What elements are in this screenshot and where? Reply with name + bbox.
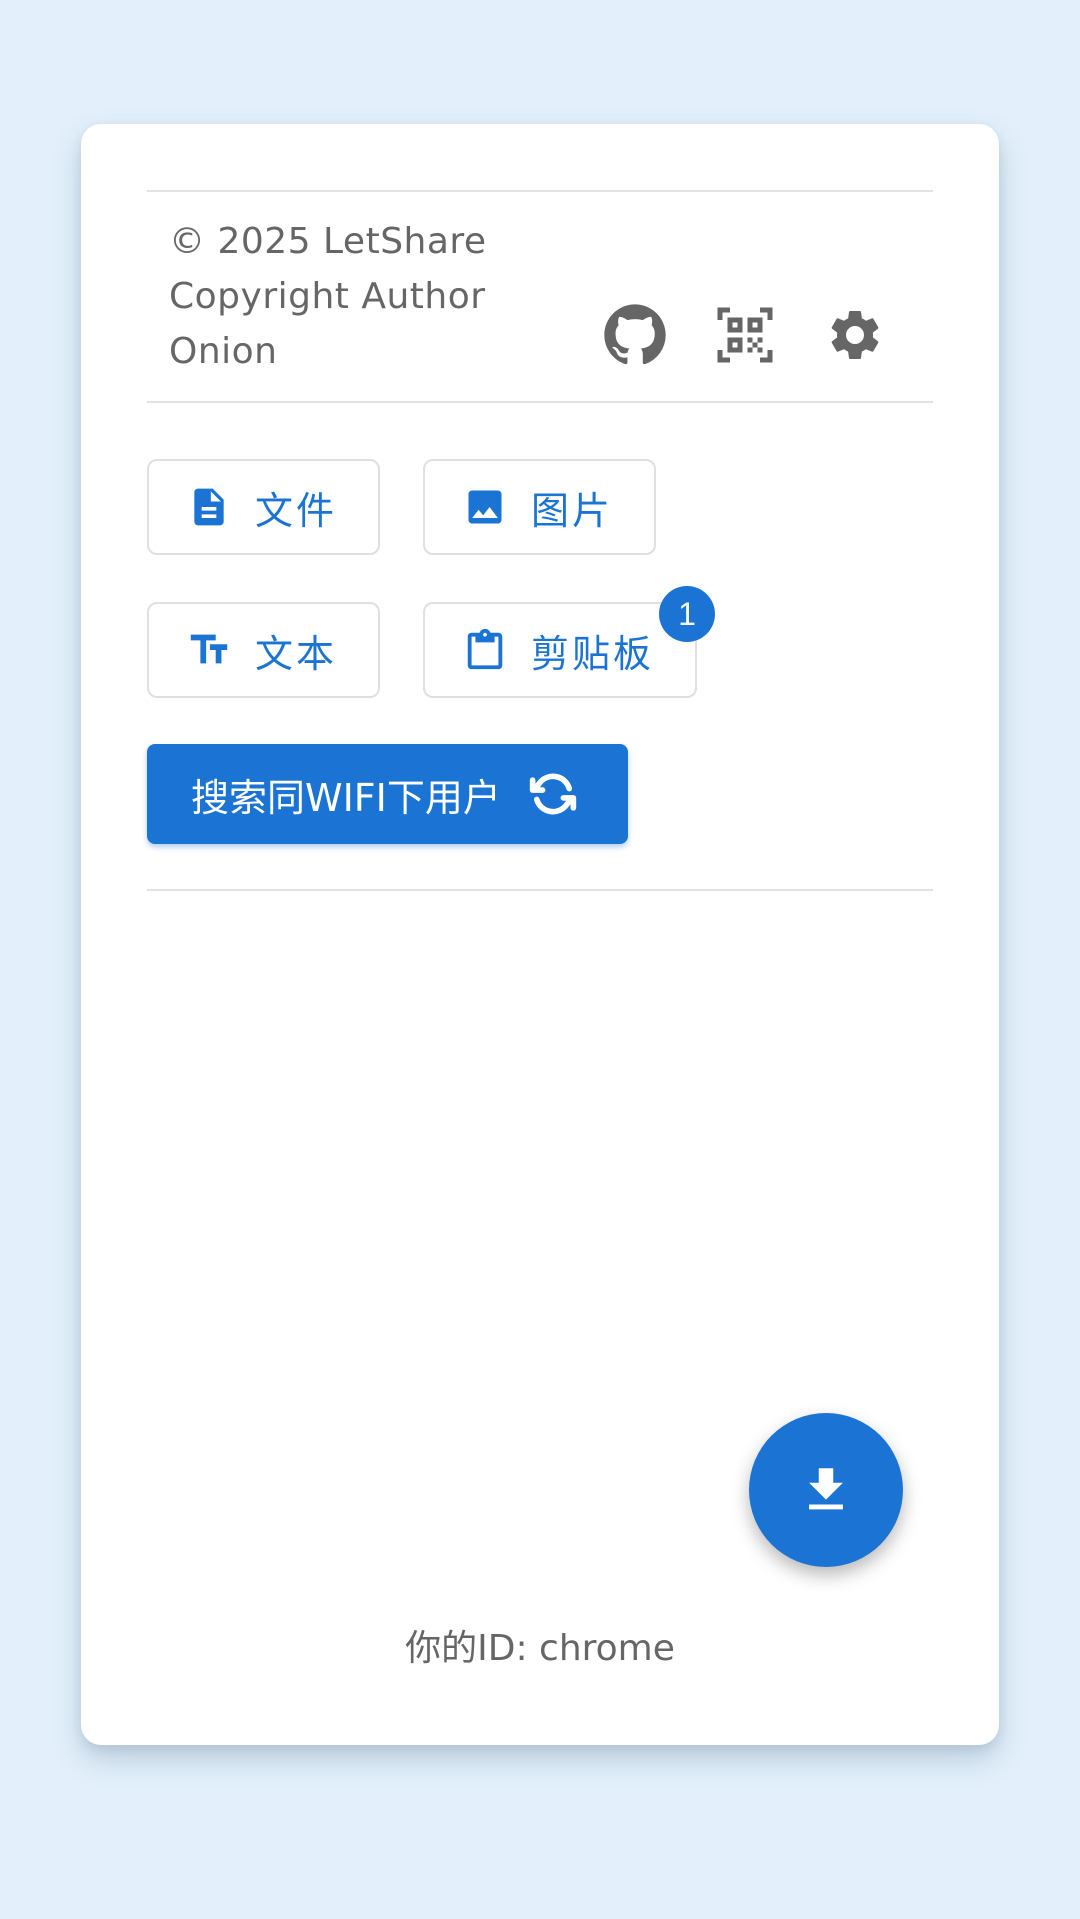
- receive-download-button[interactable]: [749, 1413, 903, 1567]
- image-icon: [461, 483, 509, 531]
- text-size-icon: [185, 626, 233, 674]
- text-button-label: 文本: [255, 631, 338, 676]
- file-button[interactable]: 文件: [147, 459, 380, 555]
- clipboard-button-label: 剪贴板: [531, 631, 655, 676]
- top-divider: [147, 190, 933, 192]
- github-icon: [604, 304, 666, 365]
- clipboard-button[interactable]: 剪贴板: [423, 602, 697, 698]
- search-button-label: 搜索同WIFI下用户: [191, 775, 501, 820]
- image-button[interactable]: 图片: [423, 459, 656, 555]
- text-button[interactable]: 文本: [147, 602, 380, 698]
- user-id-text: 你的ID: chrome: [405, 1628, 675, 1669]
- qr-code-button[interactable]: [709, 299, 781, 371]
- gear-icon: [831, 310, 879, 359]
- image-button-label: 图片: [531, 488, 614, 533]
- clipboard-count-badge: 1: [659, 586, 715, 642]
- file-icon: [185, 483, 233, 531]
- qr-code-icon: [717, 307, 773, 363]
- copyright-text: © 2025 LetShare Copyright Author Onion: [169, 221, 487, 372]
- clipboard-icon: [461, 626, 509, 674]
- github-button[interactable]: [599, 299, 671, 371]
- download-icon: [809, 1468, 843, 1510]
- content-divider: [147, 889, 933, 891]
- search-wifi-users-button[interactable]: 搜索同WIFI下用户: [147, 744, 628, 844]
- sync-icon: [525, 766, 581, 822]
- file-button-label: 文件: [255, 488, 338, 533]
- header-divider: [147, 401, 933, 403]
- settings-button[interactable]: [819, 299, 891, 371]
- main-card: © 2025 LetShare Copyright Author Onion 文…: [81, 124, 999, 1745]
